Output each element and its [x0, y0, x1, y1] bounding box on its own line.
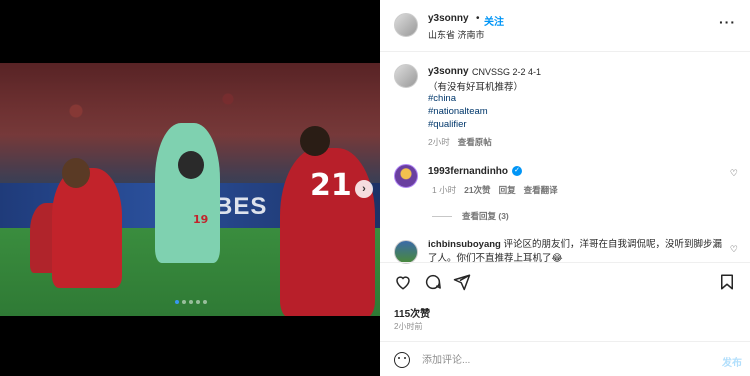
replies-line — [432, 216, 452, 218]
next-icon[interactable]: › — [355, 180, 373, 198]
avatar[interactable] — [394, 240, 418, 264]
comment-time: 1 小时 — [432, 185, 457, 195]
comment-username[interactable]: 1993fernandinho ✓ — [428, 166, 523, 177]
player-head — [300, 126, 330, 156]
caption-meta: 2小时 查看原帖 — [428, 136, 492, 148]
hashtag-link[interactable]: #qualifier — [428, 119, 467, 130]
player-green — [155, 123, 220, 263]
add-comment-bar: 发布 — [380, 341, 750, 376]
heart-icon[interactable]: ♡ — [730, 168, 738, 179]
view-replies-label[interactable]: 查看回复 (3) — [462, 211, 509, 221]
carousel-dot — [175, 300, 179, 304]
photo-pane: BES 19 21 › — [0, 0, 380, 376]
hashtag-link[interactable]: #china — [428, 93, 456, 104]
verified-icon: ✓ — [512, 166, 523, 177]
caption-username[interactable]: y3sonny — [428, 66, 469, 77]
caption-time: 2小时 — [428, 137, 450, 147]
more-icon[interactable]: ··· — [719, 14, 736, 30]
post-photo[interactable]: BES 19 21 — [0, 63, 380, 316]
comment-likes[interactable]: 21次赞 — [464, 185, 490, 195]
carousel-dot — [203, 300, 207, 304]
carousel-dot — [182, 300, 186, 304]
reply-button[interactable]: 回复 — [499, 185, 516, 195]
jersey-number: 21 — [310, 168, 352, 203]
comment-username[interactable]: ichbinsuboyang — [428, 239, 501, 250]
carousel-dots — [175, 300, 207, 304]
share-icon[interactable] — [453, 273, 471, 291]
translate-link[interactable]: 查看翻译 — [524, 185, 558, 195]
view-replies-button[interactable]: 查看回复 (3) — [432, 210, 509, 222]
follow-button[interactable]: 关注 — [484, 13, 504, 28]
post-location[interactable]: 山东省 济南市 — [428, 28, 485, 41]
comment-username-text[interactable]: 1993fernandinho — [428, 166, 508, 177]
post-time: 2小时前 — [394, 322, 423, 331]
heart-icon[interactable] — [394, 273, 412, 291]
photo-board-text: BES — [215, 193, 268, 220]
avatar[interactable] — [394, 13, 418, 37]
carousel-dot — [189, 300, 193, 304]
player-head — [178, 151, 204, 179]
bookmark-icon[interactable] — [718, 273, 736, 291]
post-comment-button[interactable]: 发布 — [722, 354, 742, 369]
player-head — [62, 158, 90, 188]
see-original-link[interactable]: 查看原帖 — [458, 137, 492, 147]
heart-icon[interactable]: ♡ — [730, 244, 738, 255]
post-panel: y3sonny • 关注 山东省 济南市 ··· y3sonny CNVSSG … — [380, 0, 750, 376]
comment-icon[interactable] — [424, 273, 442, 291]
carousel-dot — [196, 300, 200, 304]
post-header: y3sonny • 关注 山东省 济南市 ··· — [380, 0, 750, 52]
caption-text: CNVSSG 2-2 4-1 — [472, 67, 542, 77]
caption-line: （有没有好耳机推荐） — [428, 82, 524, 93]
player-red-left — [52, 168, 122, 288]
avatar[interactable] — [394, 164, 418, 188]
likes-count[interactable]: 115次赞 — [394, 305, 430, 320]
separator-dot: • — [476, 13, 480, 24]
post-actions — [380, 262, 750, 300]
author-username[interactable]: y3sonny — [428, 13, 469, 24]
emoji-icon[interactable] — [394, 352, 410, 368]
avatar[interactable] — [394, 64, 418, 88]
comment-meta: 1 小时 21次赞 回复 查看翻译 — [432, 184, 558, 196]
comment-input[interactable] — [422, 351, 672, 369]
jersey-number: 19 — [193, 213, 209, 226]
hashtag-link[interactable]: #nationalteam — [428, 106, 488, 117]
